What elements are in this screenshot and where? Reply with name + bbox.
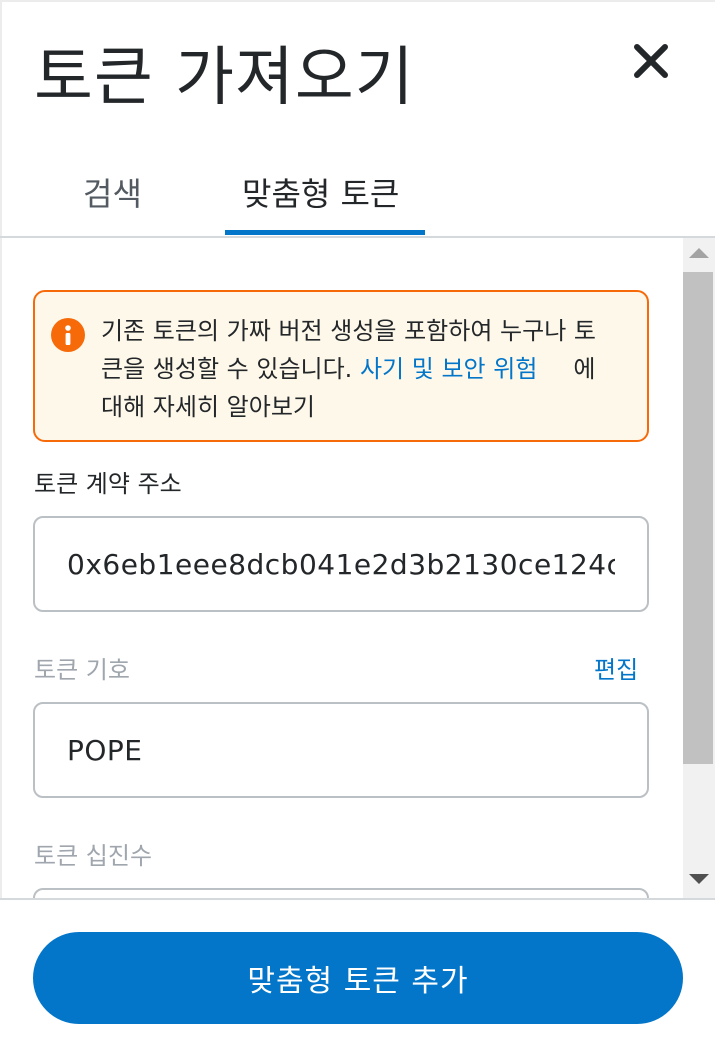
symbol-edit-link[interactable]: 편집 (594, 652, 638, 688)
footer: 맞춤형 토큰 추가 (0, 898, 715, 1054)
warning-line-2: 큰을 생성할 수 있습니다. 사기 및 보안 위험 에 (101, 350, 631, 388)
form-scroll-area[interactable]: 기존 토큰의 가짜 버전 생성을 포함하여 누구나 토 큰을 생성할 수 있습니… (0, 238, 683, 898)
token-decimals-input[interactable] (67, 890, 615, 898)
close-icon (634, 44, 668, 78)
token-decimals-label: 토큰 십진수 (34, 842, 153, 870)
active-tab-indicator (225, 230, 425, 235)
warning-text: 기존 토큰의 가짜 버전 생성을 포함하여 누구나 토 큰을 생성할 수 있습니… (101, 312, 631, 426)
info-icon (51, 318, 85, 352)
token-decimals-field[interactable] (33, 888, 649, 898)
token-symbol-label: 토큰 기호 (34, 656, 130, 684)
scam-risk-link[interactable]: 사기 및 보안 위험 (360, 355, 537, 383)
top-border (0, 0, 715, 2)
tab-custom-token[interactable]: 맞춤형 토큰 (242, 170, 399, 218)
warning-line-2-prefix: 큰을 생성할 수 있습니다. (101, 355, 360, 383)
contract-address-field[interactable] (33, 516, 649, 612)
tab-search[interactable]: 검색 (83, 170, 142, 218)
warning-line-1: 기존 토큰의 가짜 버전 생성을 포함하여 누구나 토 (101, 317, 597, 345)
close-button[interactable] (626, 36, 676, 86)
warning-line-3: 대해 자세히 알아보기 (101, 393, 315, 421)
warning-line-2-suffix: 에 (573, 355, 596, 383)
add-custom-token-button[interactable]: 맞춤형 토큰 추가 (33, 932, 683, 1024)
token-symbol-input[interactable] (67, 704, 615, 796)
page-title: 토큰 가져오기 (34, 41, 415, 115)
scrollbar[interactable] (683, 238, 715, 898)
scroll-up-arrow-icon[interactable] (689, 248, 709, 258)
contract-address-label: 토큰 계약 주소 (34, 470, 182, 498)
tab-bar: 검색 맞춤형 토큰 (0, 150, 715, 238)
contract-address-input[interactable] (67, 518, 615, 610)
scroll-down-arrow-icon[interactable] (689, 874, 709, 884)
warning-banner: 기존 토큰의 가짜 버전 생성을 포함하여 누구나 토 큰을 생성할 수 있습니… (33, 290, 649, 442)
token-symbol-field[interactable] (33, 702, 649, 798)
scrollbar-thumb[interactable] (683, 272, 713, 764)
